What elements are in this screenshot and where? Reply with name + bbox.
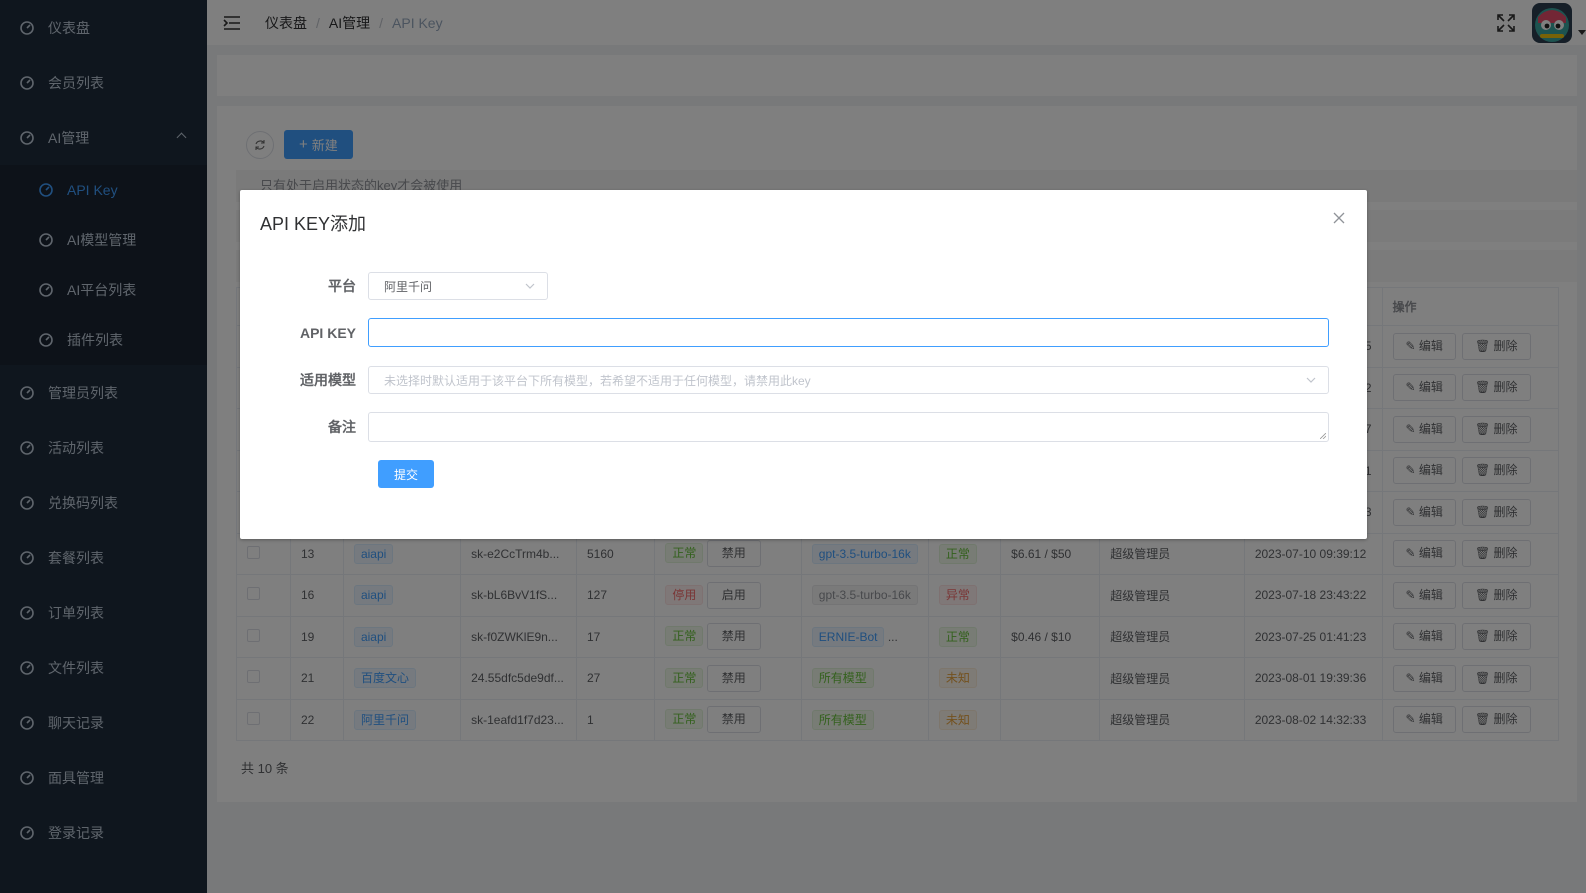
models-select[interactable]: 未选择时默认适用于该平台下所有模型，若希望不适用于任何模型，请禁用此key [368, 366, 1329, 394]
note-textarea[interactable] [368, 412, 1329, 442]
models-label: 适用模型 [300, 372, 356, 388]
form-row-api-key: API KEY [240, 318, 1329, 347]
models-select-placeholder: 未选择时默认适用于该平台下所有模型，若希望不适用于任何模型，请禁用此key [384, 373, 811, 388]
dialog-title: API KEY添加 [260, 214, 367, 234]
platform-select[interactable]: 阿里千问 [368, 272, 548, 300]
platform-label: 平台 [328, 278, 356, 294]
form-row-submit: 提交 [378, 460, 434, 488]
form-row-note: 备注 [240, 412, 1329, 442]
add-api-key-dialog: API KEY添加 平台 阿里千问 API KEY 适用模型 未选择时默认适用于… [240, 190, 1367, 539]
chevron-down-icon [1306, 377, 1316, 383]
form-row-platform: 平台 阿里千问 [240, 272, 548, 300]
platform-select-value: 阿里千问 [384, 279, 433, 294]
resize-handle-icon[interactable] [1320, 433, 1326, 439]
chevron-down-icon [525, 283, 535, 289]
api-key-label: API KEY [299, 324, 356, 341]
submit-button[interactable]: 提交 [378, 460, 434, 488]
close-icon[interactable] [1333, 212, 1345, 224]
api-key-input[interactable] [368, 318, 1329, 347]
form-row-models: 适用模型 未选择时默认适用于该平台下所有模型，若希望不适用于任何模型，请禁用此k… [240, 366, 1329, 394]
note-label: 备注 [328, 419, 356, 435]
